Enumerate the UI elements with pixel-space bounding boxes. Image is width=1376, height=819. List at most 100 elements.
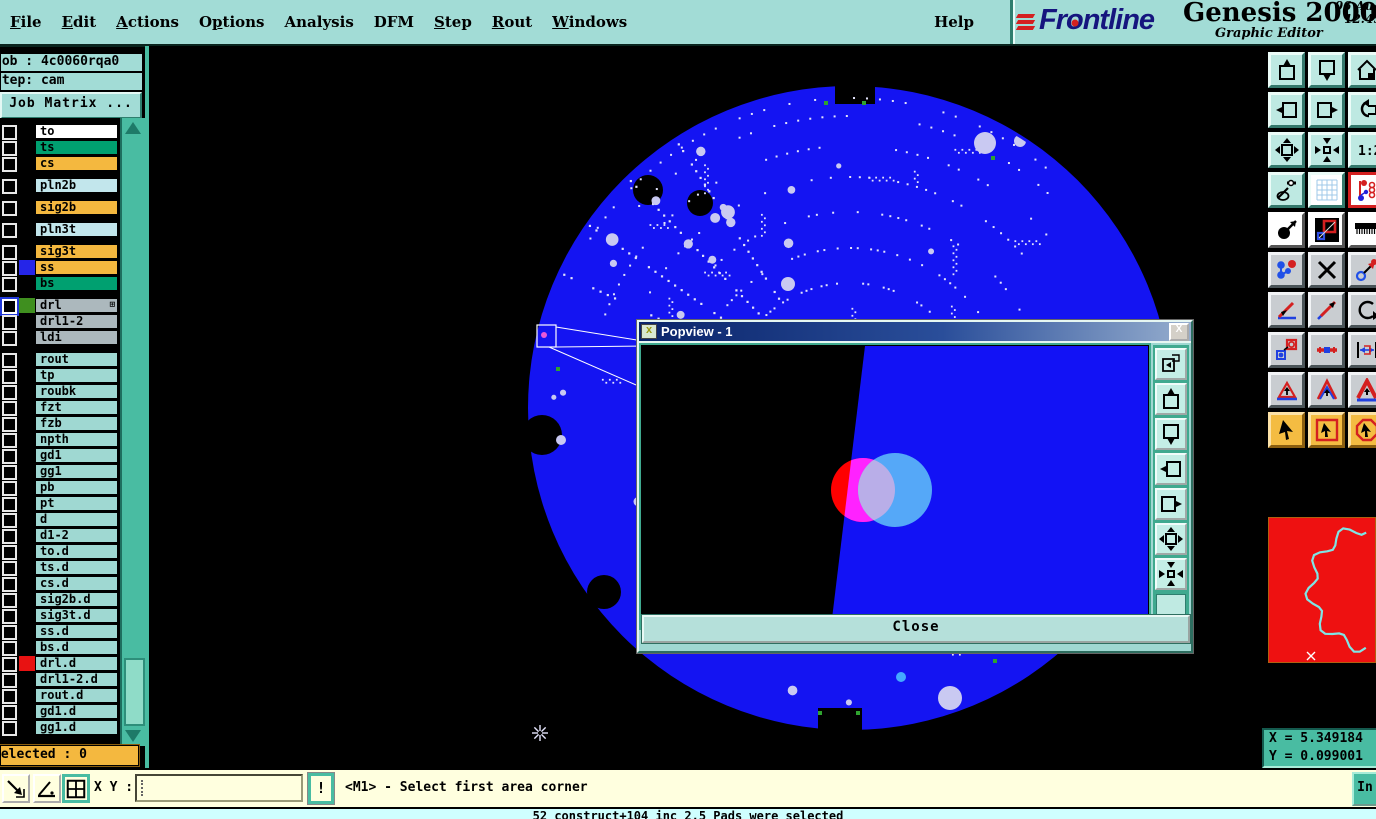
- layer-swatch[interactable]: [19, 260, 35, 275]
- job-matrix-button[interactable]: Job Matrix ...: [0, 91, 143, 120]
- layer-swatch[interactable]: [19, 124, 35, 139]
- layer-row-roubk[interactable]: roubk: [0, 384, 118, 400]
- popview-window-icon[interactable]: x: [641, 324, 657, 339]
- layer-swatch[interactable]: [19, 368, 35, 383]
- layer-row-drl.d[interactable]: drl.d: [0, 656, 118, 672]
- layer-row-drl1-2[interactable]: drl1-2: [0, 314, 118, 330]
- popview-window[interactable]: x Popview - 1 X Close: [636, 319, 1194, 654]
- angle-measure-button[interactable]: [33, 774, 61, 803]
- layer-row-sig3t[interactable]: sig3t: [0, 244, 118, 260]
- quadrant-button[interactable]: [62, 774, 90, 803]
- layer-swatch[interactable]: [19, 592, 35, 607]
- close-icon[interactable]: X: [1169, 322, 1189, 341]
- layer-row-cs[interactable]: cs: [0, 156, 118, 172]
- layer-swatch[interactable]: [19, 704, 35, 719]
- net-dots-button[interactable]: [1268, 252, 1305, 288]
- popview-center-button[interactable]: [1155, 558, 1187, 590]
- layer-checkbox-fzb[interactable]: [2, 417, 17, 432]
- layer-row-ts[interactable]: ts: [0, 140, 118, 156]
- layer-row-drl1-2.d[interactable]: drl1-2.d: [0, 672, 118, 688]
- grid-button[interactable]: [1308, 172, 1345, 208]
- layer-checkbox-drl1-2[interactable]: [2, 315, 17, 330]
- layer-swatch[interactable]: [19, 640, 35, 655]
- layer-row-gg1[interactable]: gg1: [0, 464, 118, 480]
- layer-swatch[interactable]: [19, 178, 35, 193]
- pan-right-button[interactable]: [1308, 92, 1345, 128]
- menu-item-dfm[interactable]: DFM: [364, 11, 424, 33]
- layer-checkbox-fzt[interactable]: [2, 401, 17, 416]
- layer-swatch[interactable]: [19, 352, 35, 367]
- layer-checkbox-ts[interactable]: [2, 141, 17, 156]
- layer-checkbox-to.d[interactable]: [2, 545, 17, 560]
- layer-row-to.d[interactable]: to.d: [0, 544, 118, 560]
- layer-row-npth[interactable]: npth: [0, 432, 118, 448]
- layer-swatch[interactable]: [19, 200, 35, 215]
- layer-row-ss.d[interactable]: ss.d: [0, 624, 118, 640]
- layer-row-fzt[interactable]: fzt: [0, 400, 118, 416]
- layer-row-bs.d[interactable]: bs.d: [0, 640, 118, 656]
- layer-checkbox-pb[interactable]: [2, 481, 17, 496]
- select-poly-button[interactable]: [1348, 412, 1376, 448]
- layer-checkbox-ss[interactable]: [2, 261, 17, 276]
- overview-thumbnail[interactable]: [1268, 517, 1376, 663]
- layer-row-cs.d[interactable]: cs.d: [0, 576, 118, 592]
- layer-checkbox-to[interactable]: [2, 125, 17, 140]
- layer-checkbox-pln3t[interactable]: [2, 223, 17, 238]
- layer-checkbox-sig2b[interactable]: [2, 201, 17, 216]
- menu-item-file[interactable]: File: [0, 11, 52, 33]
- delete-x-button[interactable]: [1308, 252, 1345, 288]
- layer-swatch[interactable]: [19, 400, 35, 415]
- rotate-button[interactable]: [1348, 292, 1376, 328]
- layer-swatch[interactable]: [19, 480, 35, 495]
- layer-checkbox-drl.d[interactable]: [2, 657, 17, 672]
- layer-swatch[interactable]: [19, 222, 35, 237]
- layer-checkbox-cs.d[interactable]: [2, 577, 17, 592]
- popview-window-copy-button[interactable]: [1155, 348, 1187, 380]
- layer-swatch[interactable]: [19, 528, 35, 543]
- popview-titlebar[interactable]: x Popview - 1 X: [639, 322, 1191, 341]
- select-cursor-button[interactable]: [1268, 412, 1305, 448]
- layer-checkbox-drl1-2.d[interactable]: [2, 673, 17, 688]
- menu-item-options[interactable]: Options: [189, 11, 275, 33]
- measure-button[interactable]: [1348, 332, 1376, 368]
- layer-swatch[interactable]: [19, 156, 35, 171]
- menu-item-edit[interactable]: Edit: [52, 11, 107, 33]
- layer-checkbox-drl[interactable]: [0, 297, 19, 316]
- layer-swatch[interactable]: [19, 656, 35, 671]
- pan-left-button[interactable]: [1268, 92, 1305, 128]
- layer-swatch[interactable]: [19, 140, 35, 155]
- layer-checkbox-bs.d[interactable]: [2, 641, 17, 656]
- layer-checkbox-ts.d[interactable]: [2, 561, 17, 576]
- zoom-out-button[interactable]: [1308, 52, 1345, 88]
- layer-row-pln2b[interactable]: pln2b: [0, 178, 118, 194]
- layer-row-ldi[interactable]: ldi: [0, 330, 118, 346]
- tools-button[interactable]: [1268, 172, 1305, 208]
- popview-pan-right-button[interactable]: [1155, 488, 1187, 520]
- layer-checkbox-sig3t.d[interactable]: [2, 609, 17, 624]
- layer-checkbox-ldi[interactable]: [2, 331, 17, 346]
- menu-item-rout[interactable]: Rout: [482, 11, 542, 33]
- layer-row-drl[interactable]: drl ⊞: [0, 297, 118, 316]
- layer-checkbox-ss.d[interactable]: [2, 625, 17, 640]
- home-button[interactable]: [1348, 52, 1376, 88]
- menu-item-analysis[interactable]: Analysis: [275, 11, 364, 33]
- layer-checkbox-bs[interactable]: [2, 277, 17, 292]
- triangle-solid-button[interactable]: [1348, 372, 1376, 408]
- layer-checkbox-gg1.d[interactable]: [2, 721, 17, 736]
- layer-swatch[interactable]: [19, 560, 35, 575]
- popview-pan-left-button[interactable]: [1155, 453, 1187, 485]
- ruler-button[interactable]: [1348, 212, 1376, 248]
- layer-swatch[interactable]: [19, 330, 35, 345]
- layer-swatch[interactable]: [19, 496, 35, 511]
- ratio-1-2-button[interactable]: 1:2: [1348, 132, 1376, 168]
- layer-row-pt[interactable]: pt: [0, 496, 118, 512]
- layer-row-fzb[interactable]: fzb: [0, 416, 118, 432]
- layer-row-gd1.d[interactable]: gd1.d: [0, 704, 118, 720]
- triangle-up-button[interactable]: [1268, 372, 1305, 408]
- units-button[interactable]: In: [1352, 772, 1376, 806]
- layer-row-rout.d[interactable]: rout.d: [0, 688, 118, 704]
- triangle-peak-button[interactable]: [1308, 372, 1345, 408]
- scroll-up-icon[interactable]: [125, 122, 141, 134]
- layer-swatch[interactable]: [19, 314, 35, 329]
- layer-swatch[interactable]: [19, 624, 35, 639]
